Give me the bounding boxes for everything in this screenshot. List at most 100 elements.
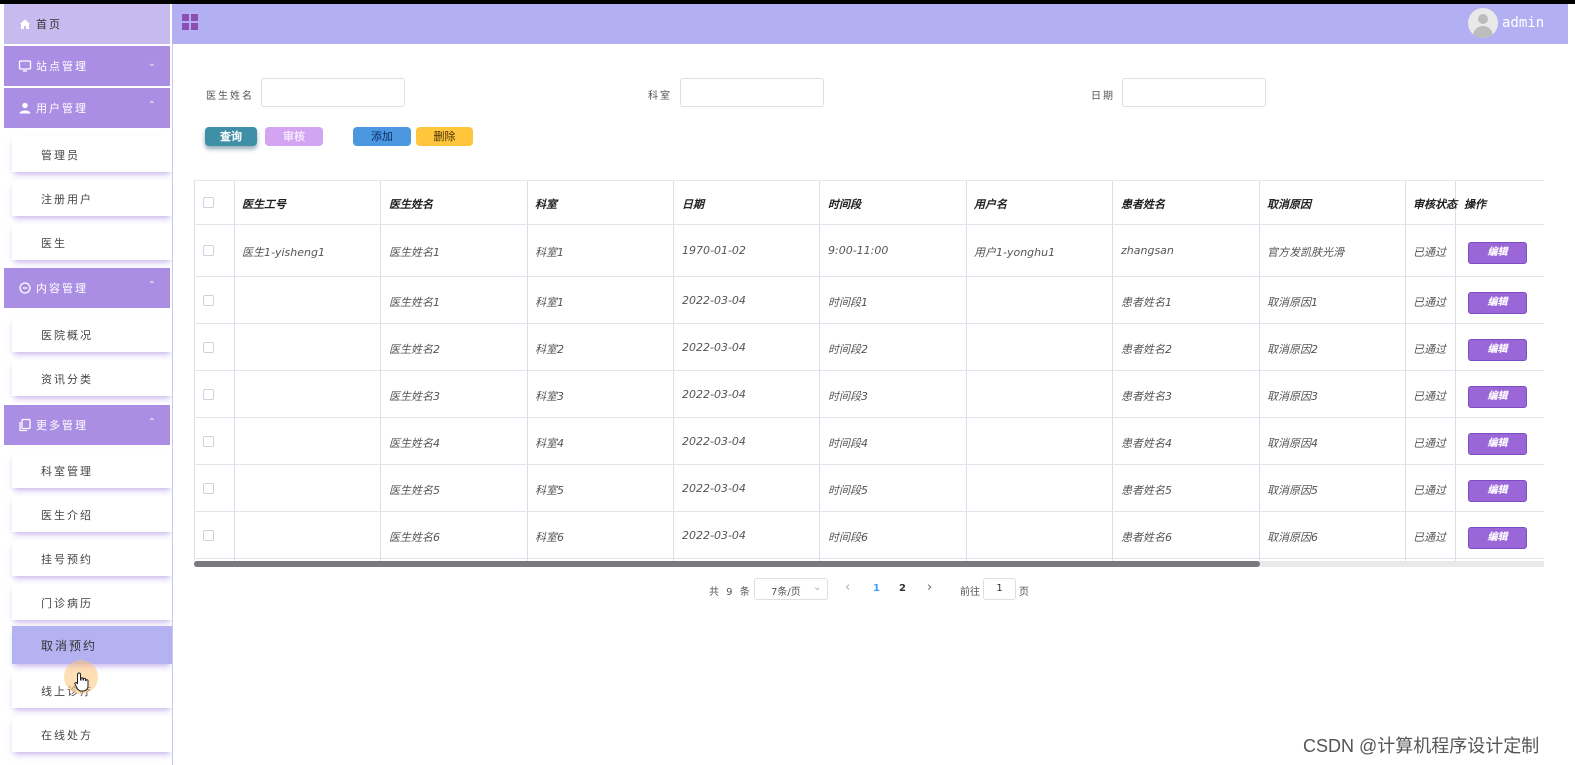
sidebar-item-admin[interactable]: 管理员 [12,136,172,172]
menu-grid-icon[interactable] [182,14,198,30]
cell-dept: 科室5 [535,484,564,497]
row-checkbox[interactable] [203,295,214,306]
doctor-name-input[interactable] [261,78,405,107]
cell-date: 2022-03-04 [682,482,746,495]
col-header-username[interactable]: 用户名 [974,196,1007,212]
user-name[interactable]: admin [1502,15,1544,31]
sidebar-item-online-prescription[interactable]: 在线处方 [12,716,172,752]
cell-patient-name: 患者姓名6 [1121,531,1172,544]
sidebar-group-label: 更多管理 [36,419,88,432]
sidebar-group-label: 内容管理 [36,282,88,295]
sidebar-item-label: 管理员 [41,149,80,162]
chevron-down-icon: ⌄ [813,582,822,593]
sidebar-item-cancel-appointment[interactable]: 取消预约 [12,626,172,664]
page-number[interactable]: 2 [899,583,906,594]
delete-button[interactable]: 删除 [416,127,473,146]
sidebar-item-label: 注册用户 [41,193,93,206]
sidebar-item-news-category[interactable]: 资讯分类 [12,360,172,396]
sidebar-item-doctor-intro[interactable]: 医生介绍 [12,496,172,532]
select-all-checkbox[interactable] [203,197,214,208]
col-header-patient-name[interactable]: 患者姓名 [1121,196,1165,212]
cell-time-slot: 时间段2 [828,343,868,356]
sidebar-home[interactable]: 首页 [4,4,170,44]
edit-button[interactable]: 编辑 [1468,339,1527,361]
sidebar-item-label: 取消预约 [41,639,98,653]
review-button[interactable]: 审核 [265,127,323,146]
cell-cancel-reason: 取消原因1 [1267,296,1318,309]
dept-input[interactable] [680,78,824,107]
edit-button[interactable]: 编辑 [1468,242,1527,264]
sidebar-item-label: 医生介绍 [41,509,93,522]
chat-icon [19,282,31,294]
page-size-select[interactable]: 7条/页 ⌄ [754,578,828,600]
row-checkbox[interactable] [203,342,214,353]
date-input[interactable] [1122,78,1266,107]
edit-button[interactable]: 编辑 [1468,433,1527,455]
avatar[interactable] [1468,8,1498,38]
cell-doctor-name: 医生姓名5 [389,484,440,497]
col-header-doctor-id[interactable]: 医生工号 [242,196,286,212]
cell-patient-name: 患者姓名1 [1121,296,1172,309]
copy-icon [19,418,31,432]
next-page-button[interactable]: › [927,580,932,595]
col-header-date[interactable]: 日期 [682,196,704,212]
query-button[interactable]: 查询 [205,127,257,146]
row-checkbox[interactable] [203,389,214,400]
sidebar-item-label: 科室管理 [41,465,93,478]
pagination-total: 共 9 条 [709,587,752,598]
row-checkbox[interactable] [203,483,214,494]
sidebar-group-label: 用户管理 [36,102,88,115]
cell-date: 2022-03-04 [682,294,746,307]
col-header-time-slot[interactable]: 时间段 [828,196,861,212]
col-header-doctor-name[interactable]: 医生姓名 [389,196,433,212]
edit-button[interactable]: 编辑 [1468,386,1527,408]
cell-cancel-reason: 取消原因3 [1267,390,1318,403]
sidebar-group-more[interactable]: 更多管理 ⌃ [4,405,170,445]
row-checkbox[interactable] [203,245,214,256]
app-frame: 首页 站点管理 ⌄ 用户管理 ⌃ 管理员 注册用户 医生 内容管理 ⌃ 医院概况… [0,4,1575,765]
row-checkbox[interactable] [203,530,214,541]
sidebar-item-label: 医生 [41,237,67,250]
sidebar-item-hospital-overview[interactable]: 医院概况 [12,316,172,352]
chevron-up-icon: ⌃ [147,280,156,291]
page-number-active[interactable]: 1 [873,583,880,594]
cell-username: 用户1-yonghu1 [974,246,1056,259]
cell-doctor-name: 医生姓名1 [389,246,440,259]
cell-time-slot: 时间段4 [828,437,868,450]
sidebar-group-users[interactable]: 用户管理 ⌃ [4,88,170,128]
dept-label: 科室 [648,91,672,102]
sidebar-group-content[interactable]: 内容管理 ⌃ [4,268,170,308]
scrollbar-thumb[interactable] [194,561,1260,567]
sidebar-item-medical-record[interactable]: 门诊病历 [12,584,172,620]
cell-patient-name: 患者姓名3 [1121,390,1172,403]
col-header-dept[interactable]: 科室 [535,196,557,212]
sidebar-item-appointment[interactable]: 挂号预约 [12,540,172,576]
edit-button[interactable]: 编辑 [1468,527,1527,549]
sidebar-group-site[interactable]: 站点管理 ⌄ [4,46,170,86]
col-header-actions: 操作 [1464,198,1486,211]
sidebar-item-dept-management[interactable]: 科室管理 [12,452,172,488]
date-label: 日期 [1091,91,1115,102]
goto-page-input[interactable]: 1 [983,578,1016,600]
sidebar-item-doctor[interactable]: 医生 [12,224,172,260]
cell-doctor-name: 医生姓名2 [389,343,440,356]
cell-doctor-id: 医生1-yisheng1 [242,246,325,259]
doctor-name-label: 医生姓名 [206,91,254,102]
prev-page-button[interactable]: ‹ [845,580,850,595]
sidebar-group-label: 站点管理 [36,60,88,73]
cell-date: 2022-03-04 [682,341,746,354]
cell-dept: 科室4 [535,437,564,450]
cell-cancel-reason: 取消原因5 [1267,484,1318,497]
col-header-review-status[interactable]: 审核状态 [1413,196,1457,212]
add-button[interactable]: 添加 [353,127,411,146]
sidebar: 首页 站点管理 ⌄ 用户管理 ⌃ 管理员 注册用户 医生 内容管理 ⌃ 医院概况… [4,4,173,765]
edit-button[interactable]: 编辑 [1468,480,1527,502]
cell-doctor-name: 医生姓名4 [389,437,440,450]
cell-review-status: 已通过 [1413,531,1446,544]
goto-label: 前往 [960,587,980,598]
edit-button[interactable]: 编辑 [1468,292,1527,314]
cell-cancel-reason: 官方发凯肤光滑 [1267,246,1344,259]
row-checkbox[interactable] [203,436,214,447]
col-header-cancel-reason[interactable]: 取消原因 [1267,196,1311,212]
sidebar-item-registered-users[interactable]: 注册用户 [12,180,172,216]
